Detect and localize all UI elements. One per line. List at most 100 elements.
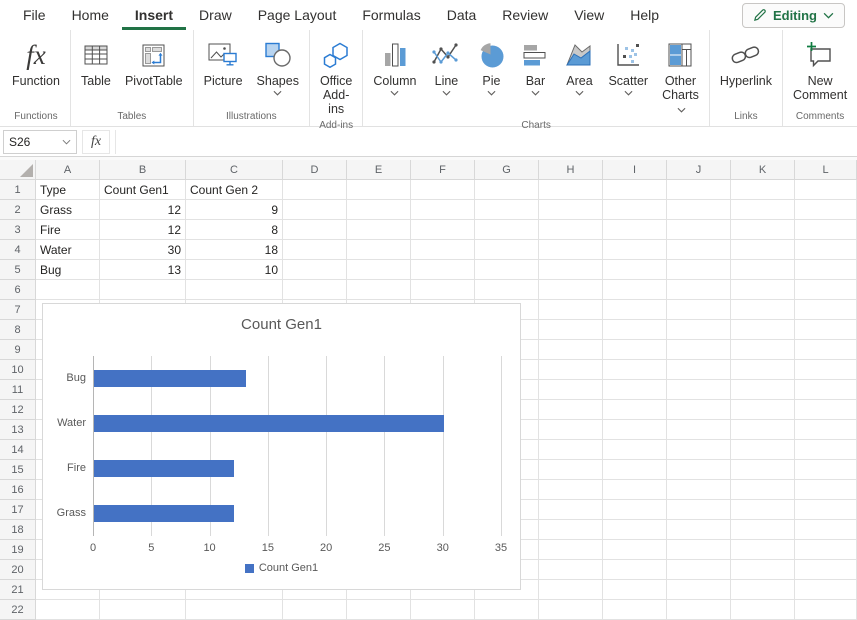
cell-B2[interactable]: 12 bbox=[100, 200, 186, 220]
cell-I7[interactable] bbox=[603, 300, 667, 320]
cell-I18[interactable] bbox=[603, 520, 667, 540]
cell-J12[interactable] bbox=[667, 400, 731, 420]
cell-H3[interactable] bbox=[539, 220, 603, 240]
cell-D4[interactable] bbox=[283, 240, 347, 260]
cell-I6[interactable] bbox=[603, 280, 667, 300]
cell-E2[interactable] bbox=[347, 200, 411, 220]
cell-H20[interactable] bbox=[539, 560, 603, 580]
cell-I13[interactable] bbox=[603, 420, 667, 440]
cell-I12[interactable] bbox=[603, 400, 667, 420]
cell-J4[interactable] bbox=[667, 240, 731, 260]
cell-I15[interactable] bbox=[603, 460, 667, 480]
cell-I21[interactable] bbox=[603, 580, 667, 600]
cell-I20[interactable] bbox=[603, 560, 667, 580]
cell-K22[interactable] bbox=[731, 600, 795, 620]
embedded-chart[interactable]: Count Gen105101520253035BugWaterFireGras… bbox=[42, 303, 521, 590]
cell-L2[interactable] bbox=[795, 200, 857, 220]
row-header-6[interactable]: 6 bbox=[0, 280, 36, 300]
row-header-2[interactable]: 2 bbox=[0, 200, 36, 220]
cell-H22[interactable] bbox=[539, 600, 603, 620]
cell-L1[interactable] bbox=[795, 180, 857, 200]
cell-H5[interactable] bbox=[539, 260, 603, 280]
row-header-1[interactable]: 1 bbox=[0, 180, 36, 200]
cell-L14[interactable] bbox=[795, 440, 857, 460]
tab-help[interactable]: Help bbox=[617, 0, 672, 30]
cell-D2[interactable] bbox=[283, 200, 347, 220]
cell-H21[interactable] bbox=[539, 580, 603, 600]
cell-K11[interactable] bbox=[731, 380, 795, 400]
cell-L5[interactable] bbox=[795, 260, 857, 280]
cell-L4[interactable] bbox=[795, 240, 857, 260]
tab-home[interactable]: Home bbox=[59, 0, 122, 30]
cell-A6[interactable] bbox=[36, 280, 100, 300]
cell-J11[interactable] bbox=[667, 380, 731, 400]
cell-J7[interactable] bbox=[667, 300, 731, 320]
tab-review[interactable]: Review bbox=[489, 0, 561, 30]
cell-K5[interactable] bbox=[731, 260, 795, 280]
row-header-3[interactable]: 3 bbox=[0, 220, 36, 240]
cell-K6[interactable] bbox=[731, 280, 795, 300]
cell-J19[interactable] bbox=[667, 540, 731, 560]
cell-K12[interactable] bbox=[731, 400, 795, 420]
cell-J15[interactable] bbox=[667, 460, 731, 480]
row-header-10[interactable]: 10 bbox=[0, 360, 36, 380]
area-button[interactable]: Area bbox=[557, 34, 601, 103]
row-header-18[interactable]: 18 bbox=[0, 520, 36, 540]
cell-K2[interactable] bbox=[731, 200, 795, 220]
cell-K10[interactable] bbox=[731, 360, 795, 380]
cell-J16[interactable] bbox=[667, 480, 731, 500]
cell-I22[interactable] bbox=[603, 600, 667, 620]
tab-file[interactable]: File bbox=[10, 0, 59, 30]
row-header-9[interactable]: 9 bbox=[0, 340, 36, 360]
cell-B6[interactable] bbox=[100, 280, 186, 300]
tab-formulas[interactable]: Formulas bbox=[349, 0, 433, 30]
cell-G5[interactable] bbox=[475, 260, 539, 280]
cell-H7[interactable] bbox=[539, 300, 603, 320]
column-header-G[interactable]: G bbox=[475, 160, 539, 180]
cell-D6[interactable] bbox=[283, 280, 347, 300]
cell-D5[interactable] bbox=[283, 260, 347, 280]
cell-D3[interactable] bbox=[283, 220, 347, 240]
cell-L18[interactable] bbox=[795, 520, 857, 540]
cell-J2[interactable] bbox=[667, 200, 731, 220]
chart-bar-grass[interactable] bbox=[94, 505, 234, 522]
chevron-down-icon[interactable] bbox=[487, 90, 496, 101]
cell-K20[interactable] bbox=[731, 560, 795, 580]
cell-G3[interactable] bbox=[475, 220, 539, 240]
tab-view[interactable]: View bbox=[561, 0, 617, 30]
cell-K9[interactable] bbox=[731, 340, 795, 360]
chart-bar-bug[interactable] bbox=[94, 370, 246, 387]
cell-J6[interactable] bbox=[667, 280, 731, 300]
cell-K15[interactable] bbox=[731, 460, 795, 480]
select-all-corner[interactable] bbox=[0, 160, 36, 180]
cell-H12[interactable] bbox=[539, 400, 603, 420]
row-header-21[interactable]: 21 bbox=[0, 580, 36, 600]
tab-data[interactable]: Data bbox=[434, 0, 490, 30]
chart-bar-water[interactable] bbox=[94, 415, 444, 432]
column-header-F[interactable]: F bbox=[411, 160, 475, 180]
cell-L12[interactable] bbox=[795, 400, 857, 420]
cell-F1[interactable] bbox=[411, 180, 475, 200]
row-header-16[interactable]: 16 bbox=[0, 480, 36, 500]
cell-H15[interactable] bbox=[539, 460, 603, 480]
chevron-down-icon[interactable] bbox=[624, 90, 633, 101]
cell-J17[interactable] bbox=[667, 500, 731, 520]
cell-J9[interactable] bbox=[667, 340, 731, 360]
cell-I11[interactable] bbox=[603, 380, 667, 400]
chevron-down-icon[interactable] bbox=[531, 90, 540, 101]
chevron-down-icon[interactable] bbox=[273, 90, 282, 101]
chevron-down-icon[interactable] bbox=[390, 90, 399, 101]
tab-page-layout[interactable]: Page Layout bbox=[245, 0, 350, 30]
cell-F5[interactable] bbox=[411, 260, 475, 280]
column-header-A[interactable]: A bbox=[36, 160, 100, 180]
row-header-17[interactable]: 17 bbox=[0, 500, 36, 520]
tab-insert[interactable]: Insert bbox=[122, 0, 186, 30]
cell-C3[interactable]: 8 bbox=[186, 220, 283, 240]
other-charts-button[interactable]: Other Charts bbox=[655, 34, 706, 118]
cell-K18[interactable] bbox=[731, 520, 795, 540]
insert-function-button[interactable]: fx bbox=[82, 130, 110, 154]
cell-H6[interactable] bbox=[539, 280, 603, 300]
cell-L7[interactable] bbox=[795, 300, 857, 320]
cell-F22[interactable] bbox=[411, 600, 475, 620]
column-header-B[interactable]: B bbox=[100, 160, 186, 180]
